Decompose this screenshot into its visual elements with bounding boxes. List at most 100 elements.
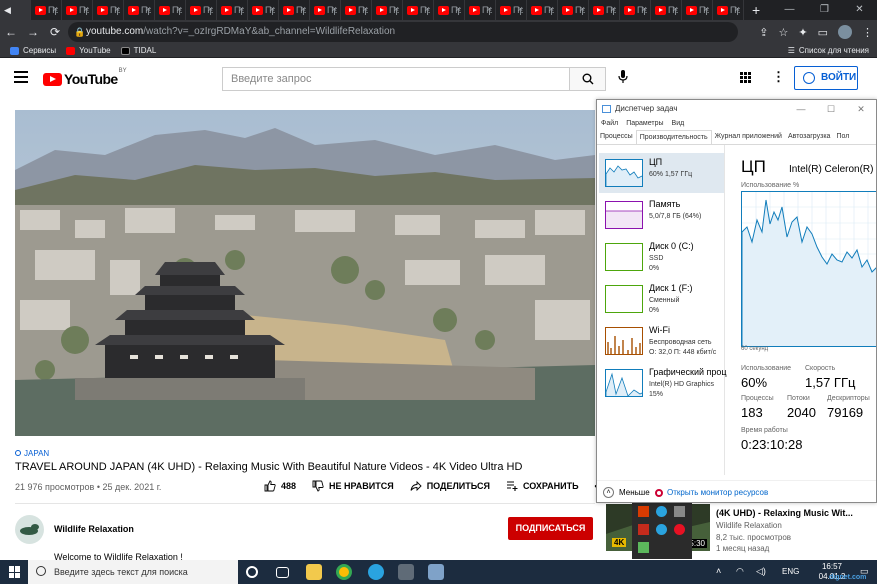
minimize-icon[interactable]: — [786, 100, 816, 118]
browser-tab[interactable]: Пр × [713, 0, 744, 20]
browser-tab[interactable]: Пр × [620, 0, 651, 20]
like-button[interactable]: 488 [264, 480, 296, 492]
tab-processes[interactable]: Процессы [597, 130, 636, 144]
close-tab-icon[interactable]: × [301, 4, 306, 14]
browser-tab[interactable]: Пр × [682, 0, 713, 20]
settings-more-icon[interactable]: ⋮ [772, 69, 785, 85]
minimize-icon[interactable]: — [772, 0, 807, 20]
fewer-details-button[interactable]: ˄ Меньше [603, 487, 650, 498]
new-tab-icon[interactable]: + [752, 2, 760, 18]
browser-tab[interactable]: Пр × [124, 0, 155, 20]
bookmark-youtube[interactable]: YouTube [66, 46, 111, 55]
task-manager-taskbar-icon[interactable] [428, 564, 444, 580]
close-tab-icon[interactable]: × [642, 4, 647, 14]
close-tab-icon[interactable]: × [518, 4, 523, 14]
youtube-logo[interactable]: YouTube BY [43, 68, 127, 87]
upload-arrow-icon[interactable] [638, 542, 649, 553]
browser-tab[interactable]: Пр × [465, 0, 496, 20]
browser-menu-icon[interactable]: ⋮ [862, 26, 873, 39]
close-tab-icon[interactable]: × [146, 4, 151, 14]
suggested-video-title[interactable]: (4K UHD) - Relaxing Music Wit... [716, 508, 853, 518]
close-tab-icon[interactable]: × [53, 4, 58, 14]
close-icon[interactable]: ✕ [846, 100, 876, 118]
dislike-button[interactable]: НЕ НРАВИТСЯ [312, 480, 394, 492]
close-tab-icon[interactable]: × [704, 4, 709, 14]
browser-tab[interactable]: Пр × [310, 0, 341, 20]
menu-file[interactable]: Файл [601, 118, 618, 130]
bookmark-services[interactable]: Сервисы [10, 46, 56, 55]
browser-tab-active[interactable]: ◀ [0, 0, 31, 20]
subscribe-button[interactable]: ПОДПИСАТЬСЯ [508, 517, 593, 540]
reload-icon[interactable]: ⟳ [44, 25, 66, 39]
resource-disk-f[interactable]: Диск 1 (F:) Сменный 0% [599, 279, 724, 319]
microphone-icon[interactable] [618, 70, 628, 87]
en-keyboard-icon[interactable] [638, 524, 649, 535]
share-icon[interactable]: ⇪ [759, 26, 768, 39]
close-tab-icon[interactable]: × [549, 4, 554, 14]
taskbar-search-input[interactable]: Введите здесь текст для поиска [28, 560, 238, 584]
cortana-icon[interactable] [246, 566, 258, 578]
maximize-icon[interactable]: ☐ [816, 100, 846, 118]
close-tab-icon[interactable]: × [394, 4, 399, 14]
tab-performance[interactable]: Производительность [635, 130, 712, 144]
close-tab-icon[interactable]: × [456, 4, 461, 14]
close-tab-icon[interactable]: × [208, 4, 213, 14]
telegram-icon[interactable] [368, 564, 384, 580]
close-tab-icon[interactable]: × [332, 4, 337, 14]
channel-name[interactable]: Wildlife Relaxation [54, 524, 134, 534]
back-icon[interactable]: ← [0, 25, 22, 39]
browser-tab[interactable]: Пр × [558, 0, 589, 20]
browser-tab[interactable]: Пр × [217, 0, 248, 20]
browser-tab[interactable]: Пр × [31, 0, 62, 20]
close-tab-icon[interactable]: × [735, 4, 740, 14]
close-tab-icon[interactable]: × [239, 4, 244, 14]
sign-in-button[interactable]: ВОЙТИ [794, 66, 858, 90]
close-tab-icon[interactable]: × [425, 4, 430, 14]
close-tab-icon[interactable]: × [363, 4, 368, 14]
forward-icon[interactable]: → [22, 25, 44, 39]
show-hidden-icons[interactable]: ˄ [716, 566, 721, 576]
video-player[interactable] [15, 110, 595, 436]
resource-wifi[interactable]: Wi-Fi Беспроводная сеть О: 32,0 П: 448 кб… [599, 321, 724, 361]
close-tab-icon[interactable]: × [115, 4, 120, 14]
search-input[interactable]: Введите запрос [222, 67, 570, 91]
resource-cpu[interactable]: ЦП 60% 1,57 ГГц [599, 153, 724, 193]
task-manager-titlebar[interactable]: Диспетчер задач — ☐ ✕ [597, 100, 876, 118]
shield-icon[interactable] [674, 524, 685, 535]
tab-users[interactable]: Пол [833, 130, 852, 144]
browser-tab[interactable]: Пр × [496, 0, 527, 20]
sidebar-icon[interactable]: ▭ [818, 26, 828, 39]
bookmark-tidal[interactable]: TIDAL [120, 46, 156, 55]
tab-startup[interactable]: Автозагрузка [785, 130, 833, 144]
telegram-icon[interactable] [656, 506, 667, 517]
close-icon[interactable]: ✕ [842, 0, 877, 20]
browser-tab[interactable]: Пр × [341, 0, 372, 20]
resource-disk-c[interactable]: Диск 0 (C:) SSD 0% [599, 237, 724, 277]
resource-gpu[interactable]: Графический проц Intel(R) HD Graphics 15% [599, 363, 727, 403]
channel-avatar[interactable] [15, 515, 44, 544]
browser-tab[interactable]: Пр × [403, 0, 434, 20]
browser-tab[interactable]: Пр × [589, 0, 620, 20]
extensions-icon[interactable]: ✦ [798, 26, 807, 39]
file-explorer-icon[interactable] [306, 564, 322, 580]
share-button[interactable]: ПОДЕЛИТЬСЯ [410, 480, 490, 492]
browser-tab[interactable]: Пр × [527, 0, 558, 20]
network-icon[interactable]: ◠ [736, 566, 744, 577]
video-hashtag[interactable]: JAPAN [15, 449, 49, 458]
browser-tab[interactable]: Пр × [62, 0, 93, 20]
open-resource-monitor-link[interactable]: Открыть монитор ресурсов [655, 488, 768, 497]
drive-icon[interactable] [674, 506, 685, 517]
menu-options[interactable]: Параметры [626, 118, 663, 130]
windows-start-icon[interactable] [9, 566, 21, 578]
browser-tab[interactable]: Пр × [155, 0, 186, 20]
close-tab-icon[interactable]: × [580, 4, 585, 14]
office-icon[interactable] [638, 506, 649, 517]
chrome-icon[interactable] [336, 564, 352, 580]
search-button[interactable] [570, 67, 606, 91]
browser-tab[interactable]: Пр × [279, 0, 310, 20]
close-tab-icon[interactable]: × [84, 4, 89, 14]
close-tab-icon[interactable]: × [177, 4, 182, 14]
volume-icon[interactable]: ◁) [756, 566, 766, 577]
star-icon[interactable]: ☆ [779, 26, 789, 39]
resource-memory[interactable]: Память 5,0/7,8 ГБ (64%) [599, 195, 724, 235]
